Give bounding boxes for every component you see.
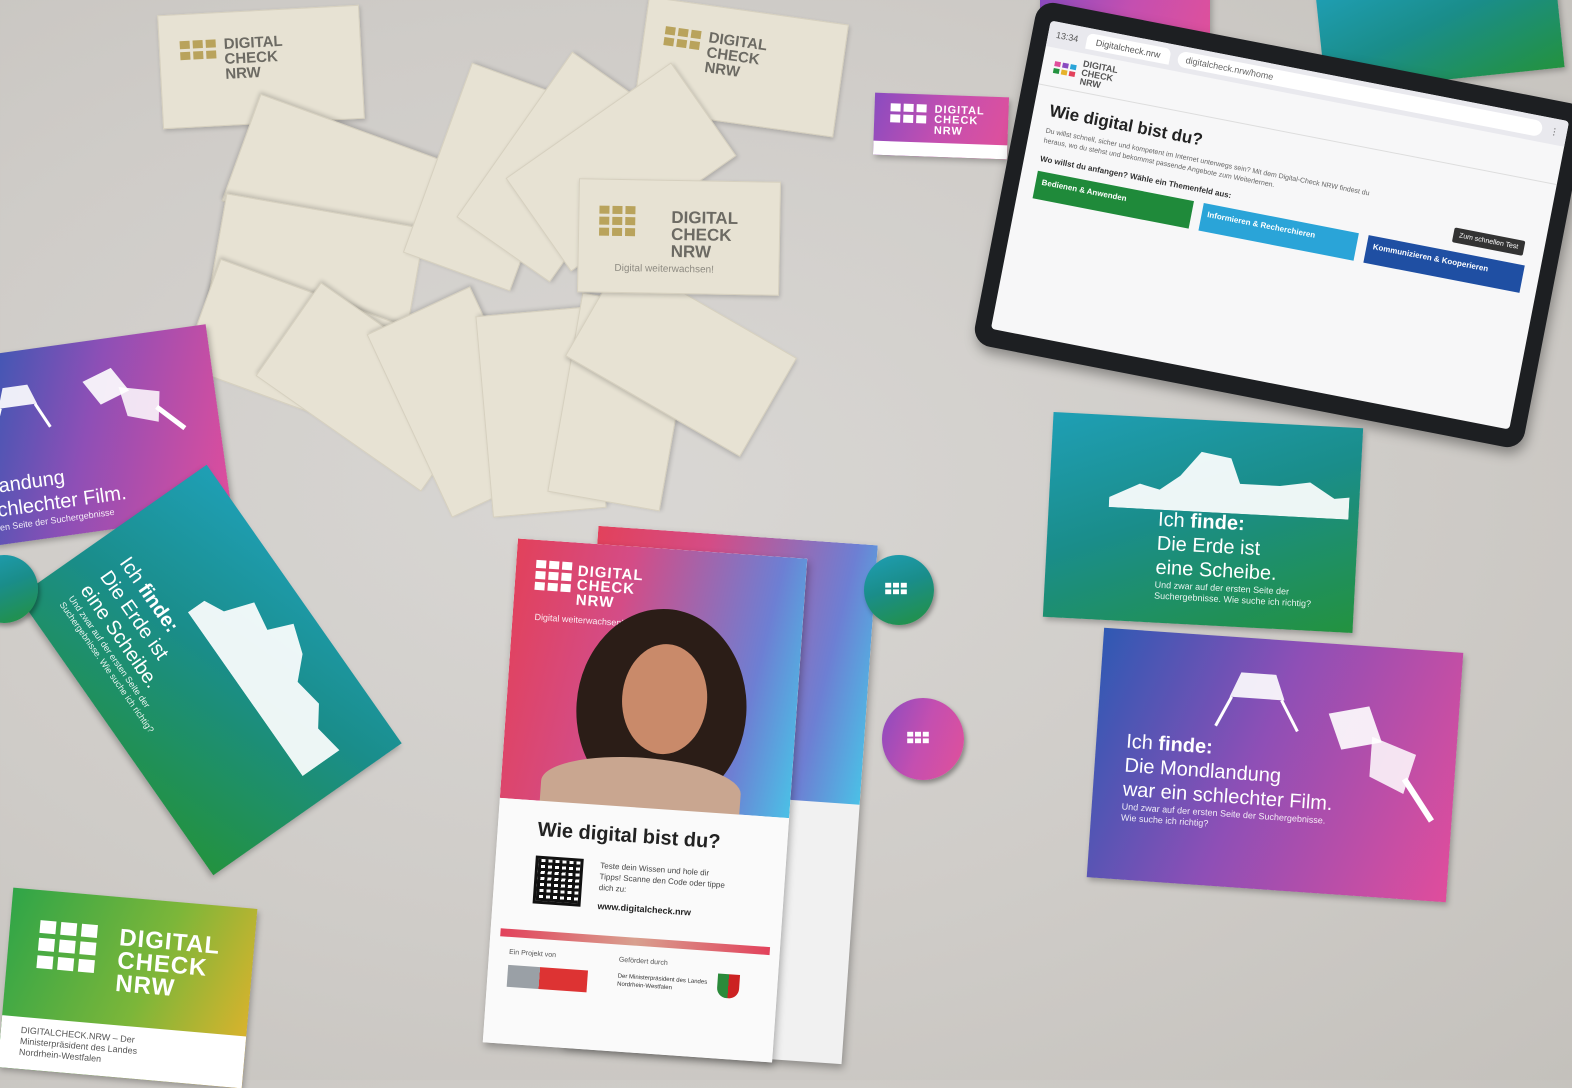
city-skyline-icon: [187, 600, 340, 777]
grid-logo-icon: [907, 731, 929, 744]
postcard-text: Ich: [1157, 508, 1186, 533]
project-label: Ein Projekt von: [508, 948, 557, 960]
menu-icon[interactable]: ⋮: [1549, 125, 1560, 138]
postcard-text-bold: finde:: [1189, 510, 1246, 536]
card-footer-strip: DIGITALCHECK.NRW – Der Ministerpräsident…: [0, 1015, 247, 1088]
flyer-photo: DIGITAL CHECK NRW Digital weiterwachsen!: [499, 538, 808, 825]
ministry-text: Der Ministerpräsident des Landes Nordrhe…: [616, 973, 708, 992]
card-brand-line: NRW: [933, 124, 964, 138]
grid-logo-icon: [663, 26, 702, 50]
button-badge-pink: [882, 698, 964, 780]
flyer-headline: Wie digital bist du?: [536, 818, 722, 854]
card-footer-strip: [872, 140, 1008, 160]
envelope: DIGITAL CHECK NRW Digital weiterwachsen!: [577, 178, 781, 296]
envelope-slogan: Digital weiterwachsen!: [614, 262, 715, 276]
card-footer-text: DIGITALCHECK.NRW – Der Ministerpräsident…: [18, 1024, 138, 1064]
postcard-text-bold: finde:: [1157, 732, 1214, 759]
flyer-url[interactable]: www.digitalcheck.nrw: [597, 901, 691, 918]
button-badge-teal: [864, 555, 934, 625]
site-logo-icon[interactable]: [1052, 61, 1077, 78]
tablet-screen: 13:34 Digitalcheck.nrw digitalcheck.nrw/…: [990, 20, 1570, 430]
status-time: 13:34: [1055, 29, 1080, 45]
postcard-right-pink: Ich finde: Die Mondlandung war ein schle…: [1086, 627, 1464, 903]
nrw-crest-icon: [716, 973, 741, 999]
astronaut-icon: [82, 367, 187, 431]
flyer-slogan: Digital weiterwachsen!: [534, 611, 625, 629]
grid-logo-icon: [599, 205, 636, 237]
postcard-text: Ich: [1125, 730, 1154, 755]
partner-logo: [506, 964, 589, 993]
flyer-body: Teste dein Wissen und hole dir Tipps! Sc…: [598, 861, 726, 894]
grid-logo-icon: [179, 39, 217, 61]
envelope-label: NRW: [224, 64, 262, 83]
city-skyline-icon: [1108, 451, 1350, 520]
qr-code[interactable]: [532, 855, 584, 907]
funded-label: Gefördert durch: [618, 956, 668, 967]
flyer-front: DIGITAL CHECK NRW Digital weiterwachsen!…: [482, 538, 808, 1063]
grid-logo-icon: [885, 582, 907, 595]
lunar-lander-icon: [1214, 672, 1299, 733]
quick-test-button[interactable]: Zum schnellen Test: [1451, 227, 1526, 256]
flyer-info-panel: Wie digital bist du? Teste dein Wissen u…: [482, 797, 790, 1063]
grid-logo-icon: [534, 559, 573, 593]
lunar-lander-icon: [0, 384, 52, 436]
postcard-bottom-left: DIGITAL CHECK NRW DIGITALCHECK.NRW – Der…: [0, 887, 258, 1088]
postcard-right-teal: Ich finde: Die Erde ist eine Scheibe. Un…: [1042, 412, 1364, 633]
grid-logo-icon: [890, 103, 927, 124]
business-card-pink: DIGITAL CHECK NRW: [872, 92, 1010, 160]
envelope-label: NRW: [670, 241, 712, 262]
grid-logo-icon: [36, 920, 98, 974]
